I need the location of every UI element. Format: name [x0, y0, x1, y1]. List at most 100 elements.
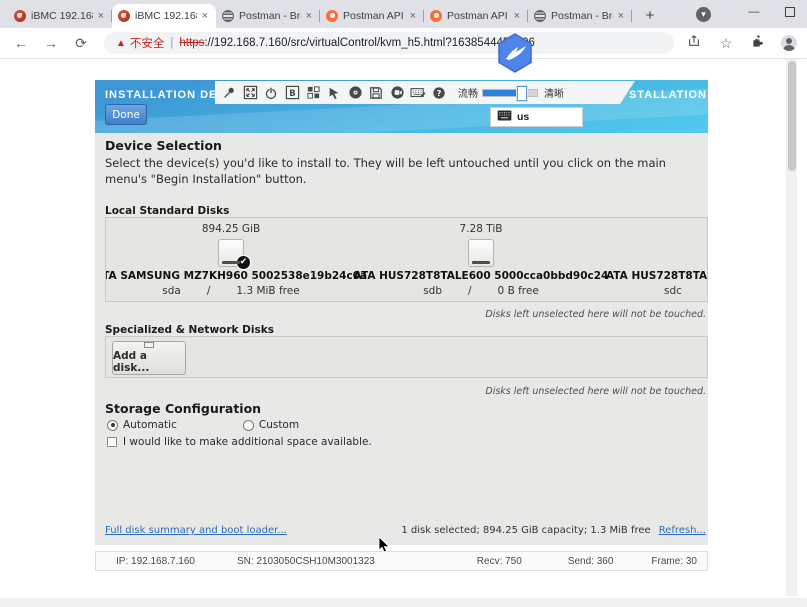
back-icon[interactable]: ← — [12, 34, 30, 52]
power-icon[interactable] — [263, 85, 279, 101]
svg-text:?: ? — [437, 88, 442, 97]
page-scrollbar[interactable] — [786, 59, 797, 596]
tab-close-icon[interactable]: × — [304, 10, 314, 22]
extensions-puzzle-icon[interactable] — [749, 34, 767, 52]
share-icon[interactable] — [685, 34, 703, 52]
url-separator: | — [170, 37, 173, 49]
disk-sdb[interactable]: 7.28 TiB ATA HUS728T8TALE600 5000cca0bbd… — [356, 223, 606, 301]
browser-tab-ibmc-2-active[interactable]: iBMC 192.168.7.16 × — [112, 4, 216, 28]
pin-icon[interactable] — [221, 85, 237, 101]
save-floppy-icon[interactable] — [368, 85, 384, 101]
kvm-status-bar: IP: 192.168.7.160 SN: 2103050CSH10M30013… — [95, 551, 708, 571]
quality-slider[interactable] — [482, 89, 538, 97]
macro-grid-icon[interactable] — [305, 85, 321, 101]
browser-tab-strip: iBMC 192.168.7.16 × iBMC 192.168.7.16 × … — [0, 0, 807, 28]
disk-separator: / — [468, 285, 472, 297]
additional-space-label: I would like to make additional space av… — [123, 436, 372, 448]
custom-radio[interactable] — [243, 420, 254, 431]
tab-close-icon[interactable]: × — [200, 10, 210, 22]
ibmc-favicon-icon — [118, 10, 130, 22]
add-disk-icon — [144, 342, 154, 348]
browser-update-badge-icon[interactable]: ▾ — [696, 7, 711, 22]
browser-tab-postman-browse-2[interactable]: Postman - Browse × — [528, 4, 632, 28]
full-disk-summary-link[interactable]: Full disk summary and boot loader... — [105, 525, 287, 536]
tab-title: Postman API Platfo — [447, 10, 509, 22]
network-disks-heading: Specialized & Network Disks — [105, 324, 274, 336]
address-bar[interactable]: ▲ 不安全 | https://192.168.7.160/src/virtua… — [104, 32, 674, 54]
globe-favicon-icon — [534, 10, 546, 22]
refresh-link[interactable]: Refresh... — [659, 525, 706, 536]
status-send: Send: 360 — [568, 556, 614, 567]
soft-keyboard-icon[interactable] — [410, 85, 426, 101]
keyboard-layout-selector[interactable]: us — [490, 107, 583, 127]
tab-title: Postman - Browse — [239, 10, 301, 22]
disk-drive-icon: ✔ — [218, 239, 244, 267]
cd-dvd-icon[interactable] — [347, 85, 363, 101]
profile-avatar[interactable] — [781, 35, 797, 51]
new-tab-button[interactable]: + — [638, 3, 662, 27]
help-icon[interactable]: ? — [431, 85, 447, 101]
browser-navbar: ← → ⟳ ▲ 不安全 | https://192.168.7.160/src/… — [0, 28, 807, 59]
scrollbar-thumb[interactable] — [788, 61, 796, 171]
url-text: ://192.168.7.160/src/virtualControl/kvm_… — [204, 37, 535, 49]
kvm-toolbar: B ? 流畅 清晰 — [215, 81, 635, 104]
device-selection-description: Select the device(s) you'd like to insta… — [105, 155, 703, 187]
fullscreen-icon[interactable] — [242, 85, 258, 101]
keyboard-b-icon[interactable]: B — [284, 85, 300, 101]
security-warning-icon[interactable]: ▲ — [116, 38, 126, 49]
automatic-radio-label: Automatic — [123, 419, 177, 431]
unselected-note-1: Disks left unselected here will not be t… — [485, 309, 706, 320]
tab-close-icon[interactable]: × — [512, 10, 522, 22]
security-warning-text: 不安全 — [130, 35, 165, 51]
done-button[interactable]: Done — [105, 104, 147, 125]
forward-icon[interactable]: → — [42, 34, 60, 52]
disk-name: ATA HUS728T8TAL — [606, 270, 708, 282]
window-minimize-button[interactable]: — — [747, 6, 761, 18]
quality-slider-handle[interactable] — [517, 86, 527, 101]
mouse-pointer-icon[interactable] — [326, 85, 342, 101]
additional-space-checkbox[interactable] — [107, 437, 117, 447]
disk-free: 0 B free — [498, 285, 539, 297]
tab-close-icon[interactable]: × — [96, 10, 106, 22]
status-frame: Frame: 30 — [651, 556, 697, 567]
selection-summary: 1 disk selected; 894.25 GiB capacity; 1.… — [401, 525, 650, 536]
automatic-radio[interactable] — [107, 420, 118, 431]
window-maximize-button[interactable] — [785, 7, 795, 17]
kvm-plugin-logo-icon[interactable] — [496, 33, 534, 78]
custom-radio-label: Custom — [259, 419, 299, 431]
disk-size: 894.25 GiB — [202, 223, 260, 237]
status-sn: SN: 2103050CSH10M3001323 — [237, 556, 375, 567]
add-disk-button[interactable]: Add a disk... — [112, 341, 186, 375]
window-bottom-edge — [0, 598, 807, 607]
browser-tab-postman-api-2[interactable]: Postman API Platfo × — [424, 4, 528, 28]
bookmark-star-icon[interactable]: ☆ — [717, 34, 735, 52]
tab-close-icon[interactable]: × — [408, 10, 418, 22]
disk-sda[interactable]: 894.25 GiB ✔ ATA SAMSUNG MZ7KH960 500253… — [106, 223, 356, 301]
status-ip: IP: 192.168.7.160 — [116, 556, 195, 567]
tab-title: iBMC 192.168.7.16 — [135, 10, 197, 22]
tab-title: iBMC 192.168.7.16 — [31, 10, 93, 22]
browser-tab-ibmc-1[interactable]: iBMC 192.168.7.16 × — [8, 4, 112, 28]
postman-favicon-icon — [326, 10, 338, 22]
disk-sdc[interactable]: 7 ATA HUS728T8TAL sdc — [606, 223, 708, 301]
unselected-note-2: Disks left unselected here will not be t… — [485, 386, 706, 397]
storage-configuration-heading: Storage Configuration — [105, 401, 261, 416]
url-protocol: https — [179, 37, 204, 49]
disk-selected-check-icon: ✔ — [236, 255, 251, 270]
record-screen-icon[interactable] — [389, 85, 405, 101]
reload-icon[interactable]: ⟳ — [72, 34, 90, 52]
disk-name: ATA HUS728T8TALE600 5000cca0bbd90c24 — [354, 270, 609, 282]
browser-tab-postman-api-1[interactable]: Postman API Platfo × — [320, 4, 424, 28]
kvm-viewer: INSTALLATION DESTINATION STALLATION Done… — [95, 80, 708, 571]
globe-favicon-icon — [222, 10, 234, 22]
browser-tab-postman-browse-1[interactable]: Postman - Browse × — [216, 4, 320, 28]
installer-body: Device Selection Select the device(s) yo… — [95, 133, 708, 545]
tab-title: Postman API Platfo — [343, 10, 405, 22]
disk-device: sdb — [423, 285, 442, 297]
disk-name: ATA SAMSUNG MZ7KH960 5002538e19b24c0a — [105, 270, 367, 282]
tab-close-icon[interactable]: × — [616, 10, 626, 22]
disk-size: 7 — [606, 223, 708, 237]
slider-right-label: 清晰 — [544, 85, 564, 100]
svg-text:B: B — [289, 88, 295, 98]
status-recv: Recv: 750 — [477, 556, 522, 567]
